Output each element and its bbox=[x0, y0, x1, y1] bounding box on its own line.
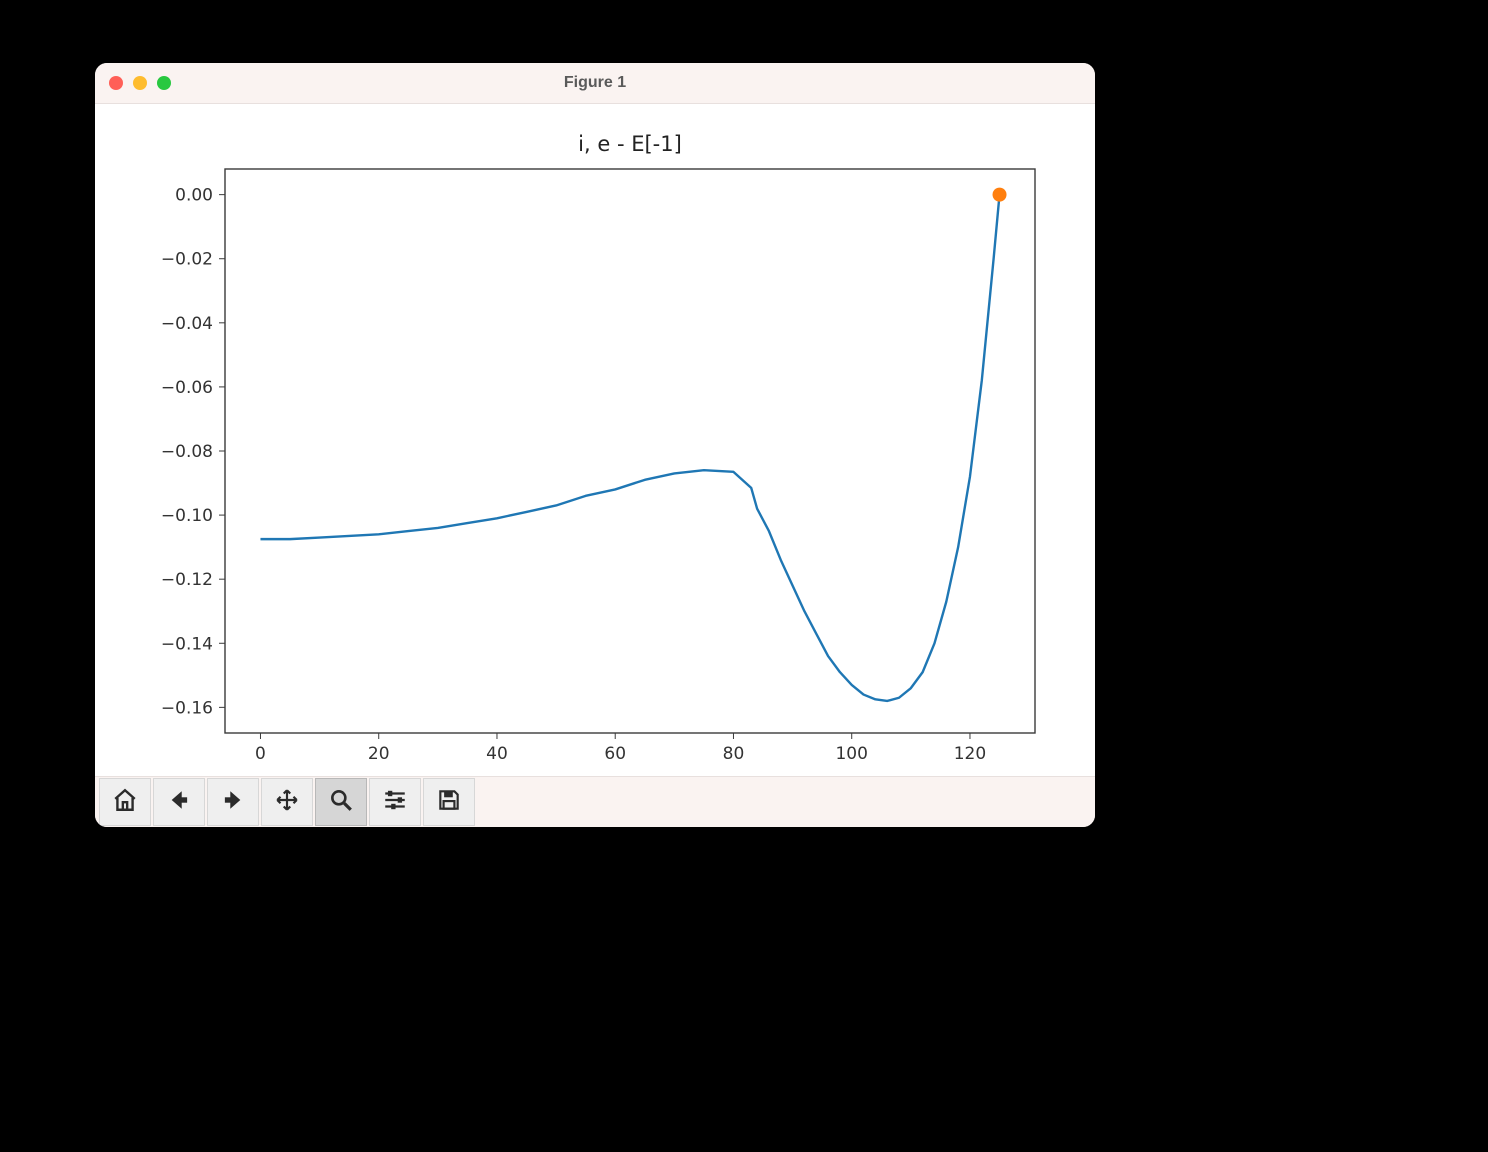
axes-spine bbox=[225, 169, 1035, 733]
ytick-label: −0.08 bbox=[161, 442, 213, 462]
close-button[interactable] bbox=[109, 76, 123, 90]
forward-button[interactable] bbox=[207, 778, 259, 826]
plot-area[interactable]: i, e - E[-1] 0 20 40 60 80 100 120 0.00 −0.02 −0.0… bbox=[95, 104, 1095, 776]
zoom-button[interactable] bbox=[315, 778, 367, 826]
save-icon bbox=[436, 787, 462, 818]
ytick-label: −0.10 bbox=[161, 506, 213, 526]
xtick-label: 60 bbox=[604, 744, 626, 764]
xtick-label: 0 bbox=[255, 744, 266, 764]
ytick-label: 0.00 bbox=[175, 186, 213, 206]
sliders-icon bbox=[382, 787, 408, 818]
ytick-label: −0.06 bbox=[161, 378, 213, 398]
chart-canvas: i, e - E[-1] 0 20 40 60 80 100 120 0.00 −0.02 −0.0… bbox=[95, 104, 1095, 778]
xtick-label: 100 bbox=[835, 744, 867, 764]
xtick-label: 20 bbox=[368, 744, 390, 764]
ytick-label: −0.12 bbox=[161, 570, 213, 590]
back-button[interactable] bbox=[153, 778, 205, 826]
save-button[interactable] bbox=[423, 778, 475, 826]
ytick-label: −0.14 bbox=[161, 634, 213, 654]
arrow-left-icon bbox=[166, 787, 192, 818]
ytick-label: −0.16 bbox=[161, 698, 213, 718]
home-icon bbox=[112, 787, 138, 818]
window-title: Figure 1 bbox=[95, 74, 1095, 92]
titlebar: Figure 1 bbox=[95, 63, 1095, 104]
window-controls bbox=[109, 76, 171, 90]
zoom-icon bbox=[328, 787, 354, 818]
minimize-button[interactable] bbox=[133, 76, 147, 90]
figure-window: Figure 1 i, e - E[-1] 0 20 40 60 80 100 120 0.00… bbox=[95, 63, 1095, 827]
ytick-label: −0.04 bbox=[161, 314, 213, 334]
chart-title: i, e - E[-1] bbox=[578, 132, 682, 156]
pan-button[interactable] bbox=[261, 778, 313, 826]
line-series bbox=[260, 195, 999, 701]
matplotlib-toolbar bbox=[95, 776, 1095, 827]
maximize-button[interactable] bbox=[157, 76, 171, 90]
home-button[interactable] bbox=[99, 778, 151, 826]
ytick-label: −0.02 bbox=[161, 250, 213, 270]
xtick-label: 120 bbox=[954, 744, 986, 764]
move-icon bbox=[274, 787, 300, 818]
xtick-label: 80 bbox=[723, 744, 745, 764]
arrow-right-icon bbox=[220, 787, 246, 818]
xtick-label: 40 bbox=[486, 744, 508, 764]
scatter-point bbox=[993, 188, 1007, 202]
configure-button[interactable] bbox=[369, 778, 421, 826]
